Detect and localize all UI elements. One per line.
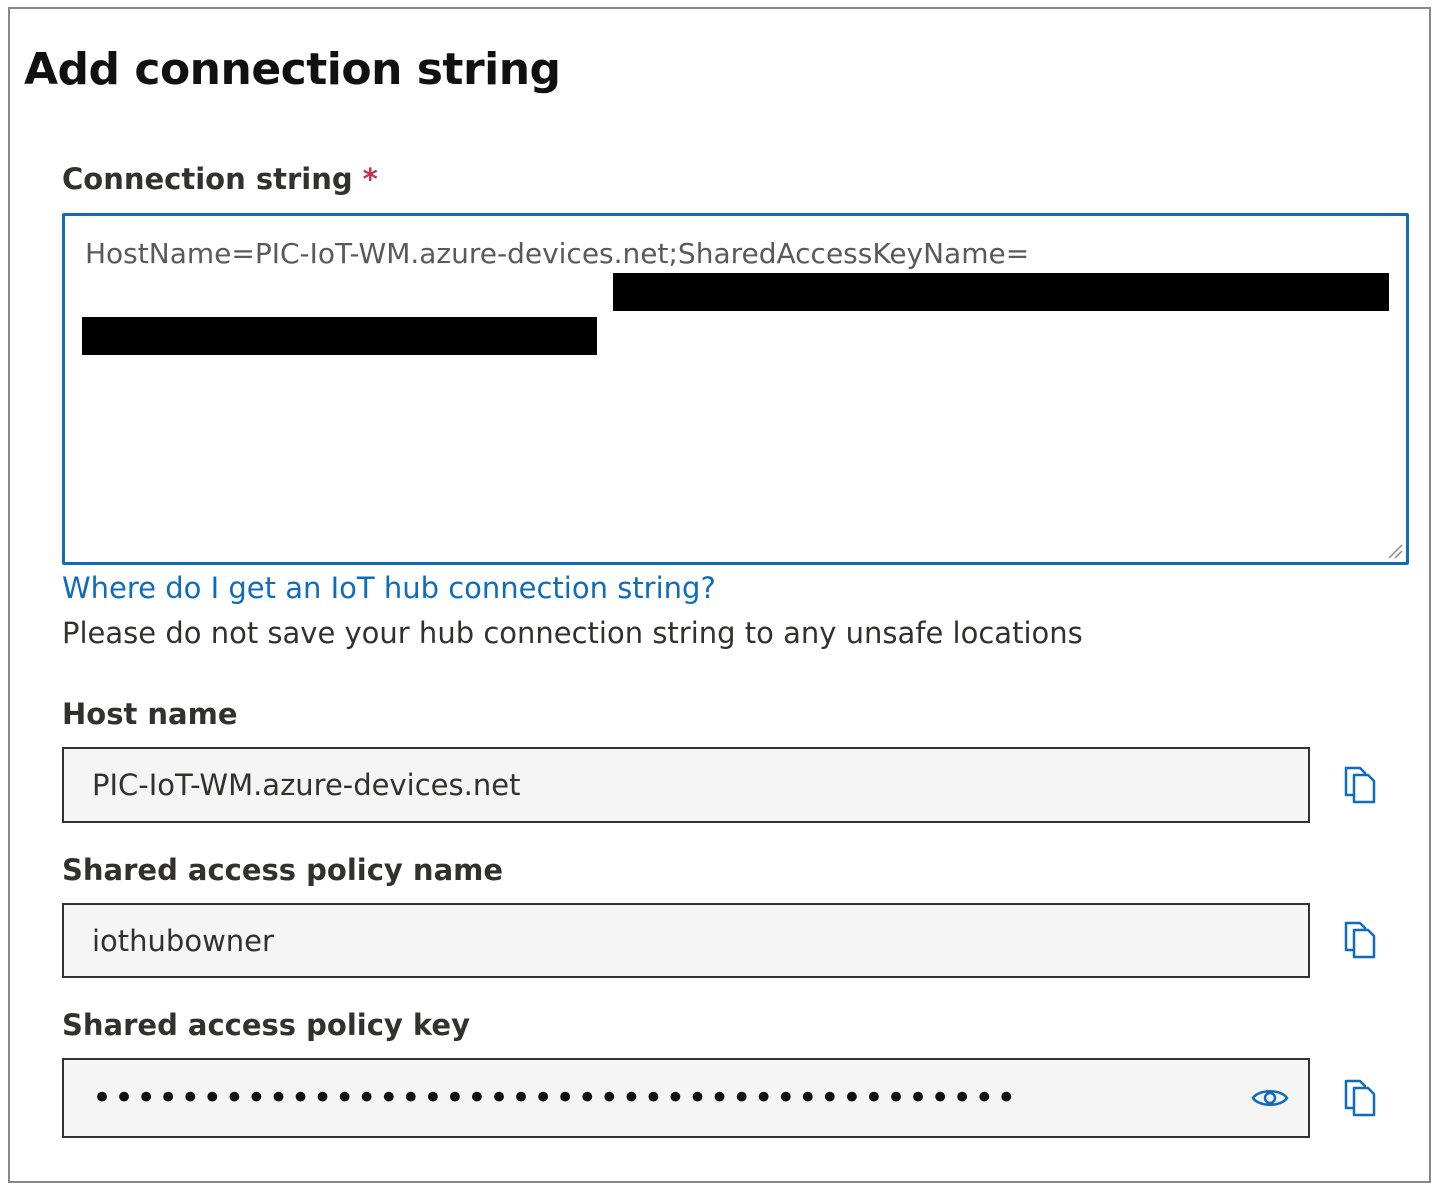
policy-key-masked-value: ••••••••••••••••••••••••••••••••••••••••… — [92, 1078, 1019, 1118]
copy-policy-key-button[interactable] — [1338, 1076, 1382, 1120]
policy-name-field[interactable]: iothubowner — [62, 903, 1310, 978]
policy-key-label: Shared access policy key — [62, 1008, 470, 1042]
eye-icon — [1251, 1090, 1289, 1106]
redacted-block — [82, 317, 597, 355]
redacted-block — [613, 273, 1389, 311]
copy-icon — [1344, 766, 1376, 804]
host-name-label: Host name — [62, 697, 238, 731]
connection-string-value: HostName=PIC-IoT-WM.azure-devices.net;Sh… — [85, 237, 1030, 270]
connection-string-help-link[interactable]: Where do I get an IoT hub connection str… — [62, 571, 716, 605]
connection-string-label: Connection string * — [62, 162, 378, 196]
policy-name-value: iothubowner — [92, 923, 274, 958]
policy-key-field[interactable]: ••••••••••••••••••••••••••••••••••••••••… — [62, 1058, 1310, 1138]
copy-policy-name-button[interactable] — [1338, 918, 1382, 962]
copy-host-name-button[interactable] — [1338, 763, 1382, 807]
copy-icon — [1344, 921, 1376, 959]
required-marker: * — [362, 162, 378, 196]
connection-string-label-text: Connection string — [62, 162, 353, 196]
resize-grip-icon[interactable] — [1385, 541, 1403, 559]
dialog-title: Add connection string — [24, 44, 561, 95]
connection-string-textarea[interactable]: HostName=PIC-IoT-WM.azure-devices.net;Sh… — [62, 213, 1409, 565]
copy-icon — [1344, 1079, 1376, 1117]
security-warning-text: Please do not save your hub connection s… — [62, 616, 1083, 650]
host-name-field[interactable]: PIC-IoT-WM.azure-devices.net — [62, 747, 1310, 823]
reveal-key-button[interactable] — [1248, 1083, 1292, 1113]
policy-name-label: Shared access policy name — [62, 853, 504, 887]
host-name-value: PIC-IoT-WM.azure-devices.net — [92, 768, 521, 802]
